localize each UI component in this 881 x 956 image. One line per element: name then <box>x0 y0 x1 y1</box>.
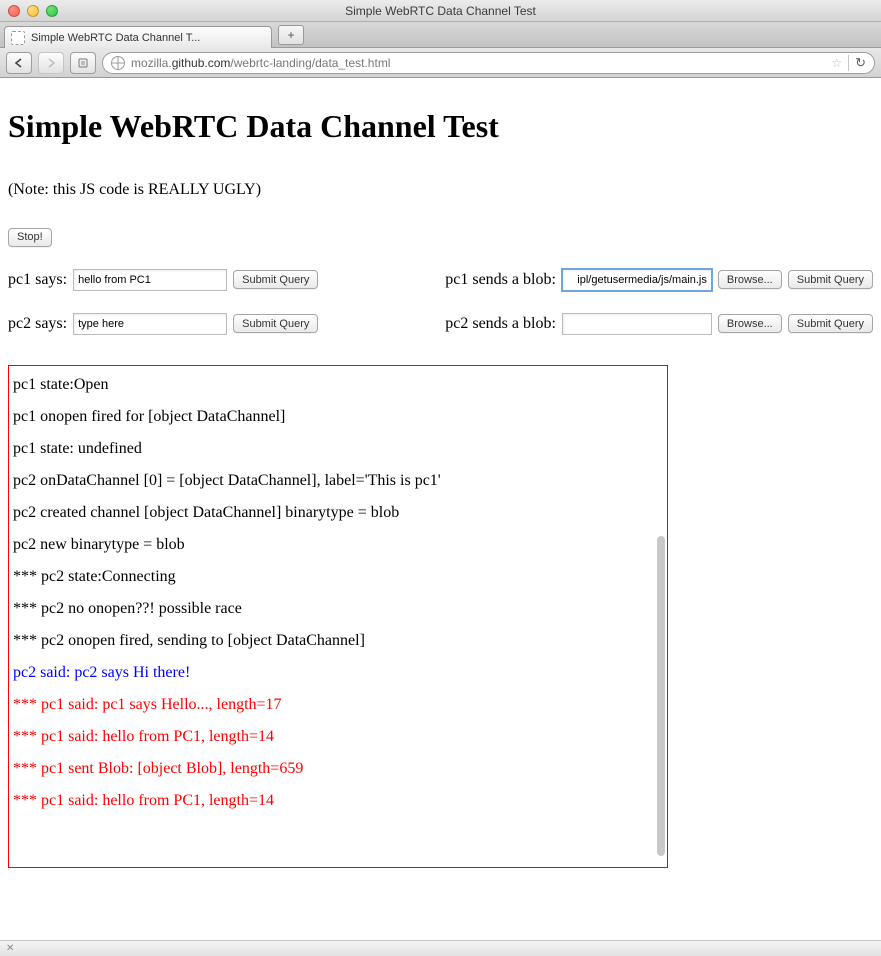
pc1-says-label: pc1 says: <box>8 271 67 289</box>
log-entry: *** pc2 onopen fired, sending to [object… <box>13 632 663 650</box>
stop-button[interactable]: Stop! <box>8 228 52 247</box>
pc2-blob-label: pc2 sends a blob: <box>445 315 556 333</box>
pc2-row: pc2 says: Submit Query pc2 sends a blob:… <box>8 313 873 335</box>
forward-button[interactable] <box>38 52 64 74</box>
reload-icon[interactable]: ↻ <box>855 55 866 71</box>
pc2-says-input[interactable] <box>73 313 227 335</box>
log-entry: *** pc1 said: hello from PC1, length=14 <box>13 728 663 746</box>
pc1-says-submit[interactable]: Submit Query <box>233 270 318 289</box>
nav-toolbar: mozilla.github.com/webrtc-landing/data_t… <box>0 48 881 78</box>
tab-favicon <box>11 31 25 45</box>
url-separator <box>848 55 849 71</box>
page-note: (Note: this JS code is REALLY UGLY) <box>8 181 873 199</box>
url-text: mozilla.github.com/webrtc-landing/data_t… <box>131 56 825 70</box>
tab-active[interactable]: Simple WebRTC Data Channel T... <box>4 26 272 48</box>
tab-label: Simple WebRTC Data Channel T... <box>31 32 265 44</box>
pc2-blob-submit[interactable]: Submit Query <box>788 314 873 333</box>
back-button[interactable] <box>6 52 32 74</box>
log-entry: pc2 created channel [object DataChannel]… <box>13 504 663 522</box>
pc1-blob-submit[interactable]: Submit Query <box>788 270 873 289</box>
window-titlebar: Simple WebRTC Data Channel Test <box>0 0 881 22</box>
home-button[interactable] <box>70 52 96 74</box>
log-entry: *** pc2 no onopen??! possible race <box>13 600 663 618</box>
pc2-says-submit[interactable]: Submit Query <box>233 314 318 333</box>
log-entry: pc1 state: undefined <box>13 440 663 458</box>
pc1-blob-label: pc1 sends a blob: <box>445 271 556 289</box>
globe-icon <box>111 56 125 70</box>
pc1-row: pc1 says: Submit Query pc1 sends a blob:… <box>8 269 873 291</box>
pc1-blob-browse[interactable]: Browse... <box>718 270 782 289</box>
pc1-says-input[interactable] <box>73 269 227 291</box>
home-icon <box>77 57 89 69</box>
pc2-blob-browse[interactable]: Browse... <box>718 314 782 333</box>
log-entry: *** pc1 sent Blob: [object Blob], length… <box>13 760 663 778</box>
page-title: Simple WebRTC Data Channel Test <box>8 108 873 145</box>
log-entry: pc2 new binarytype = blob <box>13 536 663 554</box>
pc1-blob-file[interactable] <box>562 269 712 291</box>
window-title: Simple WebRTC Data Channel Test <box>0 4 881 18</box>
page-content: Simple WebRTC Data Channel Test (Note: t… <box>0 78 881 876</box>
log-entry: *** pc1 said: pc1 says Hello..., length=… <box>13 696 663 714</box>
tab-strip: Simple WebRTC Data Channel T... + <box>0 22 881 48</box>
log-entry: pc1 state:Open <box>13 376 663 394</box>
url-host: github.com <box>172 56 231 70</box>
log-entry: pc1 onopen fired for [object DataChannel… <box>13 408 663 426</box>
url-prefix: mozilla. <box>131 56 172 70</box>
statusbar-close-icon[interactable]: ✕ <box>6 943 14 954</box>
new-tab-button[interactable]: + <box>278 25 304 45</box>
log-entry: *** pc2 state:Connecting <box>13 568 663 586</box>
log-entry: *** pc1 said: hello from PC1, length=14 <box>13 792 663 810</box>
log-entry: pc2 said: pc2 says Hi there! <box>13 664 663 682</box>
bookmark-star-icon[interactable]: ☆ <box>831 56 842 70</box>
minimize-window-button[interactable] <box>27 5 39 17</box>
url-path: /webrtc-landing/data_test.html <box>230 56 390 70</box>
close-window-button[interactable] <box>8 5 20 17</box>
traffic-lights <box>8 5 58 17</box>
url-bar[interactable]: mozilla.github.com/webrtc-landing/data_t… <box>102 52 875 74</box>
back-icon <box>14 58 24 68</box>
log-entry: pc2 onDataChannel [0] = [object DataChan… <box>13 472 663 490</box>
forward-icon <box>46 58 56 68</box>
zoom-window-button[interactable] <box>46 5 58 17</box>
pc2-says-label: pc2 says: <box>8 315 67 333</box>
log-box[interactable]: pc1 state:Open pc1 onopen fired for [obje… <box>8 365 668 868</box>
status-bar: ✕ <box>0 940 881 956</box>
pc2-blob-file[interactable] <box>562 313 712 335</box>
